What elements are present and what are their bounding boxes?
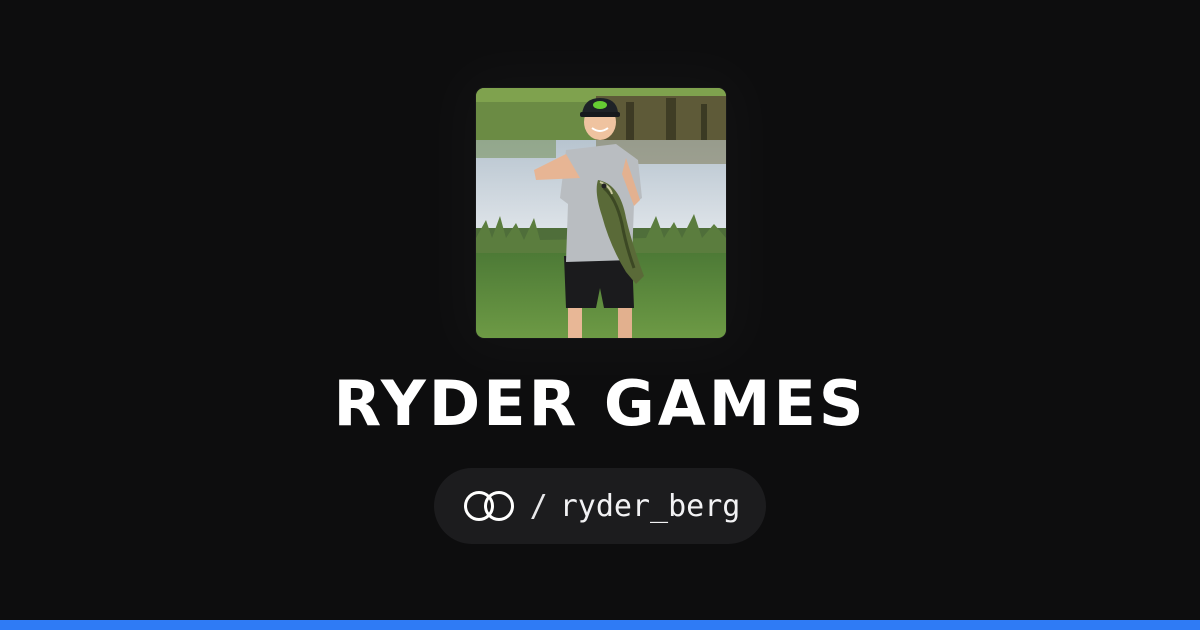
avatar[interactable] — [476, 88, 726, 338]
accent-bar — [0, 620, 1200, 630]
profile-handle-link[interactable]: / ryder_berg — [434, 468, 766, 544]
linked-rings-icon — [463, 491, 514, 521]
profile-card: RYDER GAMES / ryder_berg — [0, 0, 1200, 620]
handle-separator: / — [529, 488, 548, 524]
profile-photo — [476, 88, 726, 338]
handle-text: ryder_berg — [559, 488, 741, 524]
display-name: RYDER GAMES — [333, 367, 867, 440]
